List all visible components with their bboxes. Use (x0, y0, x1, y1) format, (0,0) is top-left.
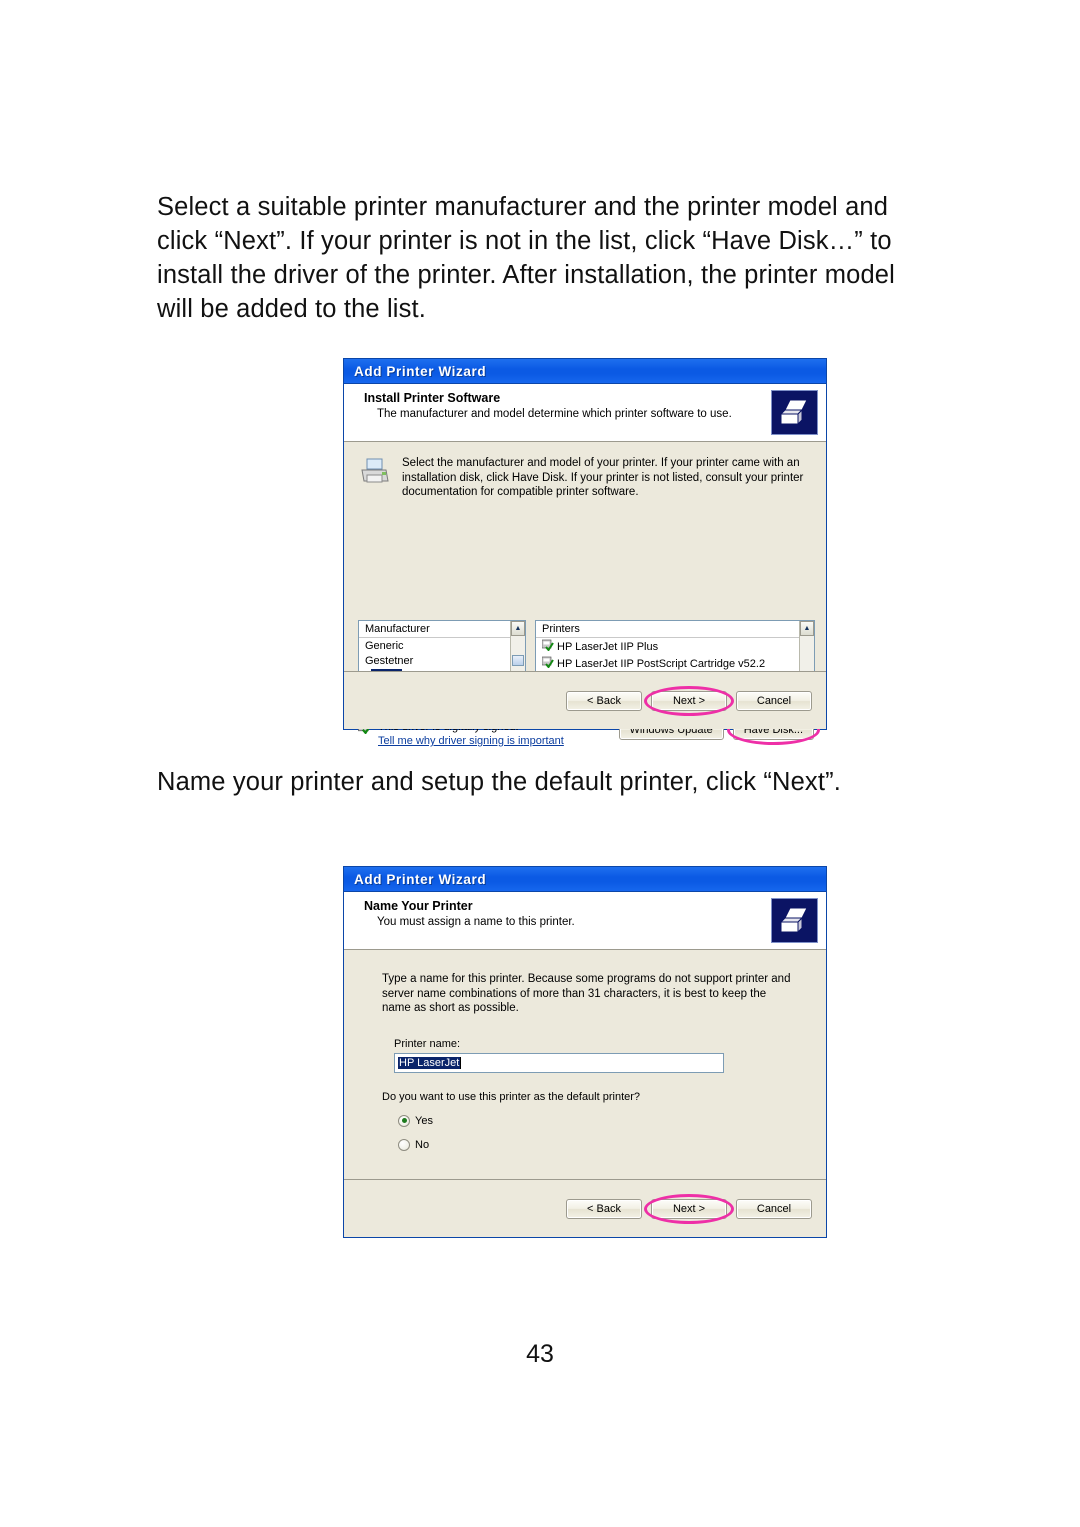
radio-no-label: No (415, 1138, 430, 1151)
radio-option-no[interactable]: No (398, 1138, 812, 1151)
default-printer-question: Do you want to use this printer as the d… (382, 1090, 641, 1103)
manufacturer-list-header: Manufacturer (359, 621, 525, 638)
cancel-button[interactable]: Cancel (736, 1198, 812, 1219)
scroll-up-arrow-icon[interactable]: ▲ (511, 621, 525, 636)
back-button[interactable]: < Back (566, 1198, 642, 1219)
printer-icon (771, 390, 818, 435)
cancel-button[interactable]: Cancel (736, 690, 812, 711)
next-button[interactable]: Next > (651, 690, 727, 711)
dialog2-header-band: Name Your Printer You must assign a name… (344, 892, 826, 950)
dialog1-header-band: Install Printer Software The manufacture… (344, 384, 826, 442)
scrollbar-thumb[interactable] (512, 655, 524, 666)
list-item-label: HP LaserJet IIP PostScript Cartridge v52… (557, 658, 766, 670)
printer-name-value: HP LaserJet (398, 1056, 461, 1069)
next-annotation-wrapper: Next > (644, 1193, 734, 1224)
printer-name-label: Printer name: (394, 1037, 461, 1050)
dialog1-header-title: Install Printer Software (364, 391, 501, 405)
add-printer-wizard-dialog-name-printer: Add Printer Wizard Name Your Printer You… (343, 866, 827, 1238)
printers-list-header: Printers (536, 621, 814, 638)
dialog2-footer: < Back Next > Cancel (344, 1179, 826, 1237)
radio-no-icon[interactable] (398, 1138, 410, 1151)
dialog2-titlebar: Add Printer Wizard (344, 867, 826, 892)
radio-yes-label: Yes (415, 1114, 433, 1127)
printer-icon (358, 457, 392, 489)
dialog2-intro-text: Type a name for this printer. Because so… (382, 973, 791, 1014)
list-item-label: Gestetner (365, 655, 414, 667)
dialog1-titlebar: Add Printer Wizard (344, 359, 826, 384)
instruction-paragraph-2: Name your printer and setup the default … (157, 768, 841, 796)
dialog1-footer: < Back Next > Cancel (344, 671, 826, 729)
dialog2-title: Add Printer Wizard (354, 871, 487, 887)
dialog1-intro: Select the manufacturer and model of you… (358, 456, 812, 500)
dialog1-title: Add Printer Wizard (354, 363, 487, 379)
add-printer-wizard-dialog-install-software: Add Printer Wizard Install Printer Softw… (343, 358, 827, 747)
scroll-up-arrow-icon[interactable]: ▲ (800, 621, 814, 636)
printer-name-input[interactable]: HP LaserJet (394, 1052, 724, 1073)
list-item-label: Generic (365, 640, 404, 652)
dialog2-header-subtitle: You must assign a name to this printer. (377, 916, 575, 928)
next-button[interactable]: Next > (651, 1198, 727, 1219)
back-button[interactable]: < Back (566, 690, 642, 711)
printer-icon (771, 898, 818, 943)
list-item[interactable]: HP LaserJet IIP Plus (536, 639, 814, 656)
signed-driver-icon (541, 639, 554, 656)
text-caret (460, 1056, 462, 1069)
list-item[interactable]: Gestetner (359, 654, 525, 669)
radio-option-yes[interactable]: Yes (398, 1114, 812, 1127)
dialog2-header-title: Name Your Printer (364, 899, 473, 913)
driver-signing-link[interactable]: Tell me why driver signing is important (378, 735, 564, 747)
dialog2-body: Type a name for this printer. Because so… (344, 950, 826, 1237)
instruction-paragraph-1: Select a suitable printer manufacturer a… (157, 193, 895, 323)
page-number: 43 (526, 1340, 554, 1368)
dialog1-header-subtitle: The manufacturer and model determine whi… (377, 408, 732, 420)
list-item-label: HP LaserJet IIP Plus (557, 641, 659, 653)
radio-yes-icon[interactable] (398, 1114, 410, 1127)
list-item[interactable]: Generic (359, 639, 525, 654)
next-annotation-wrapper: Next > (644, 685, 734, 716)
dialog1-intro-text: Select the manufacturer and model of you… (402, 457, 804, 498)
dialog1-body: Select the manufacturer and model of you… (344, 442, 826, 747)
